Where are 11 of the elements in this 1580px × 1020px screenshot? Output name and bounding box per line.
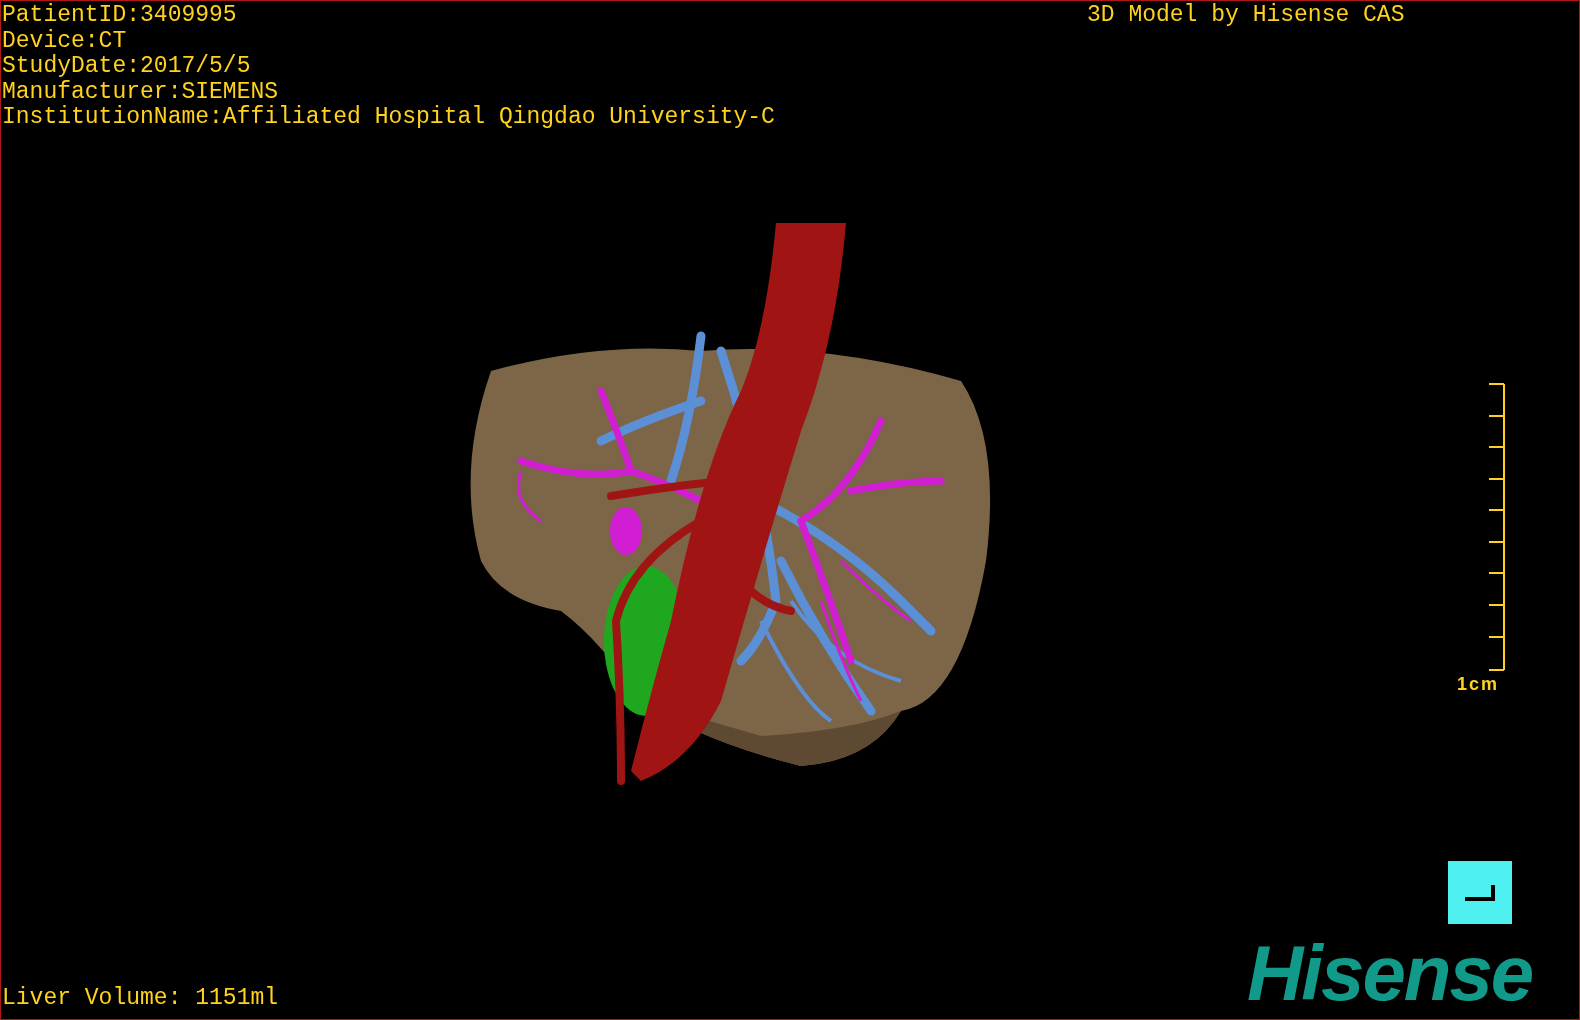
study-info-text: InstitutionName:Affiliated Hospital Qingdao University-C (2, 105, 775, 131)
scale-label: 1cm (1457, 673, 1500, 696)
corner-icon (1465, 884, 1495, 901)
view-corner-button[interactable] (1448, 861, 1512, 924)
study-info-text: StudyDate:2017/5/5 (2, 54, 252, 80)
study-info-text: PatientID:3409995 (2, 3, 238, 29)
logo-text: Hisense (1247, 933, 1533, 1013)
study-info-text: Device:CT (2, 28, 128, 54)
model-credit-text: 3D Model by Hisense CAS (1087, 3, 1405, 29)
liver-volume-text: Liver Volume: 1151ml (2, 986, 279, 1012)
study-info-text: Manufacturer:SIEMENS (2, 79, 280, 105)
